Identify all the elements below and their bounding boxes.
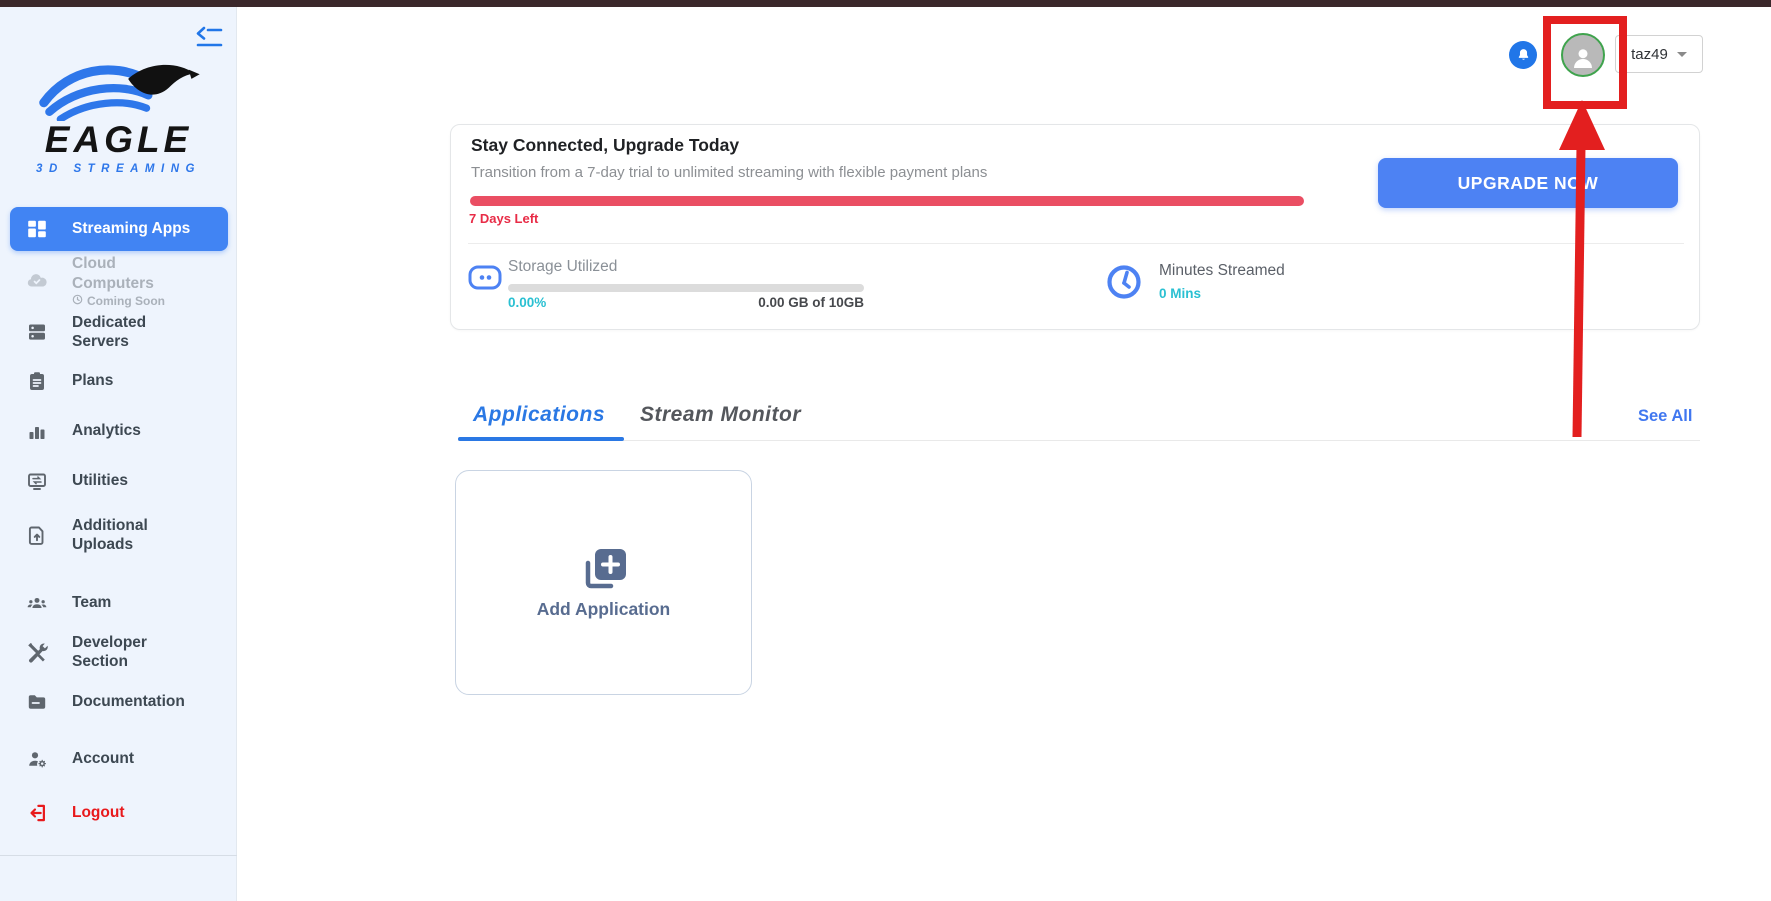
servers-icon (24, 321, 50, 343)
storage-label: Storage Utilized (508, 258, 617, 276)
chevron-down-icon (1677, 52, 1687, 57)
top-accent-bar (0, 0, 1771, 7)
account-settings-icon (24, 748, 50, 770)
sidebar-item-logout[interactable]: Logout (10, 793, 228, 833)
bar-chart-icon (24, 420, 50, 442)
team-icon (24, 592, 50, 614)
add-application-icon (456, 547, 751, 593)
collapse-sidebar-icon[interactable] (194, 25, 224, 51)
tab-stream-monitor[interactable]: Stream Monitor (640, 403, 801, 427)
file-upload-icon (24, 524, 50, 546)
monitor-sync-icon (24, 470, 50, 492)
sidebar-item-documentation[interactable]: Documentation (10, 682, 228, 722)
notification-bell-icon[interactable] (1509, 41, 1537, 69)
sidebar-item-cloud-computers[interactable]: Cloud Computers Coming Soon (10, 260, 228, 302)
add-application-label: Add Application (456, 599, 751, 620)
brand-tagline: 3D STREAMING (0, 163, 237, 175)
coming-soon-badge: Coming Soon (72, 294, 196, 308)
tabs-baseline (458, 440, 1700, 441)
sidebar-item-dedicated-servers[interactable]: Dedicated Servers (10, 312, 228, 352)
minutes-streamed-value: 0 Mins (1159, 286, 1201, 301)
tab-applications[interactable]: Applications (473, 403, 605, 427)
upgrade-now-button[interactable]: UPGRADE NOW (1378, 158, 1678, 208)
eagle-logo: EAGLE 3D STREAMING (0, 55, 237, 175)
user-menu-dropdown[interactable]: taz49 (1615, 35, 1703, 73)
days-left-label: 7 Days Left (469, 211, 538, 226)
upgrade-banner-card: Stay Connected, Upgrade Today Transition… (450, 124, 1700, 330)
eagle-logo-graphic (34, 55, 204, 121)
banner-divider (468, 243, 1684, 244)
sidebar-divider (0, 855, 237, 856)
sidebar-item-analytics[interactable]: Analytics (10, 411, 228, 451)
apps-grid-icon (24, 218, 50, 240)
sidebar-item-additional-uploads[interactable]: Additional Uploads (10, 507, 228, 563)
username: taz49 (1631, 46, 1668, 63)
sidebar: EAGLE 3D STREAMING Streaming Apps Cloud … (0, 7, 237, 901)
user-avatar-icon[interactable] (1561, 33, 1605, 77)
sidebar-item-team[interactable]: Team (10, 583, 228, 623)
clock-icon (1106, 264, 1142, 300)
storage-caption: 0.00 GB of 10GB (508, 295, 864, 310)
clock-small-icon (72, 294, 83, 308)
sidebar-item-streaming-apps[interactable]: Streaming Apps (10, 207, 228, 251)
banner-subtitle: Transition from a 7-day trial to unlimit… (471, 164, 987, 181)
minutes-streamed-label: Minutes Streamed (1159, 262, 1285, 280)
logout-icon (24, 802, 50, 824)
see-all-link[interactable]: See All (1638, 407, 1692, 426)
sidebar-item-plans[interactable]: Plans (10, 361, 228, 401)
brand-wordmark: EAGLE (0, 121, 237, 159)
active-tab-underline (458, 437, 624, 441)
tools-icon (24, 641, 50, 663)
clipboard-icon (24, 370, 50, 392)
storage-progress-bar (508, 284, 864, 292)
sidebar-item-utilities[interactable]: Utilities (10, 461, 228, 501)
sidebar-item-account[interactable]: Account (10, 739, 228, 779)
cloud-check-icon (24, 270, 50, 292)
add-application-card[interactable]: Add Application (455, 470, 752, 695)
dashboard: EAGLE 3D STREAMING Streaming Apps Cloud … (0, 0, 1771, 901)
sidebar-item-developer-section[interactable]: Developer Section (10, 632, 228, 672)
trial-progress-bar (470, 196, 1304, 206)
banner-title: Stay Connected, Upgrade Today (471, 135, 739, 156)
folder-icon (24, 691, 50, 713)
storage-drive-icon (468, 265, 502, 290)
